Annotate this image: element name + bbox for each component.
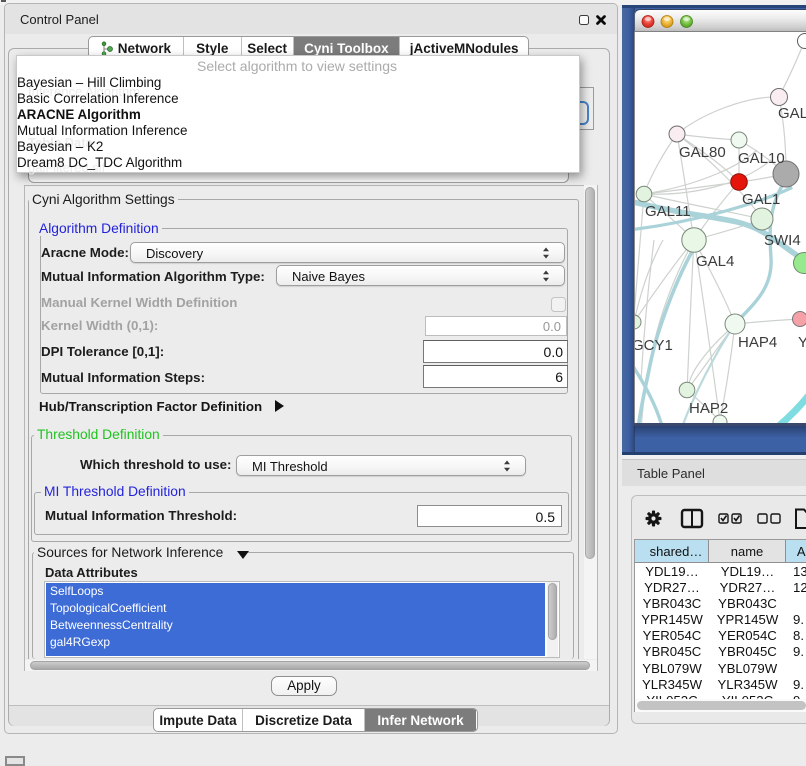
- svg-text:YM: YM: [798, 334, 806, 351]
- svg-text:HAP2: HAP2: [689, 400, 728, 417]
- svg-text:GAL1: GAL1: [742, 191, 780, 208]
- svg-text:GAL11: GAL11: [645, 203, 691, 220]
- svg-text:SWI4: SWI4: [764, 232, 801, 249]
- svg-text:HAP4: HAP4: [738, 334, 777, 351]
- svg-text:GAL2: GAL2: [778, 105, 806, 122]
- svg-text:GCY1: GCY1: [635, 337, 673, 354]
- svg-text:GAL10: GAL10: [738, 150, 785, 167]
- svg-text:GAL80: GAL80: [679, 144, 726, 161]
- svg-text:GAL4: GAL4: [696, 253, 734, 270]
